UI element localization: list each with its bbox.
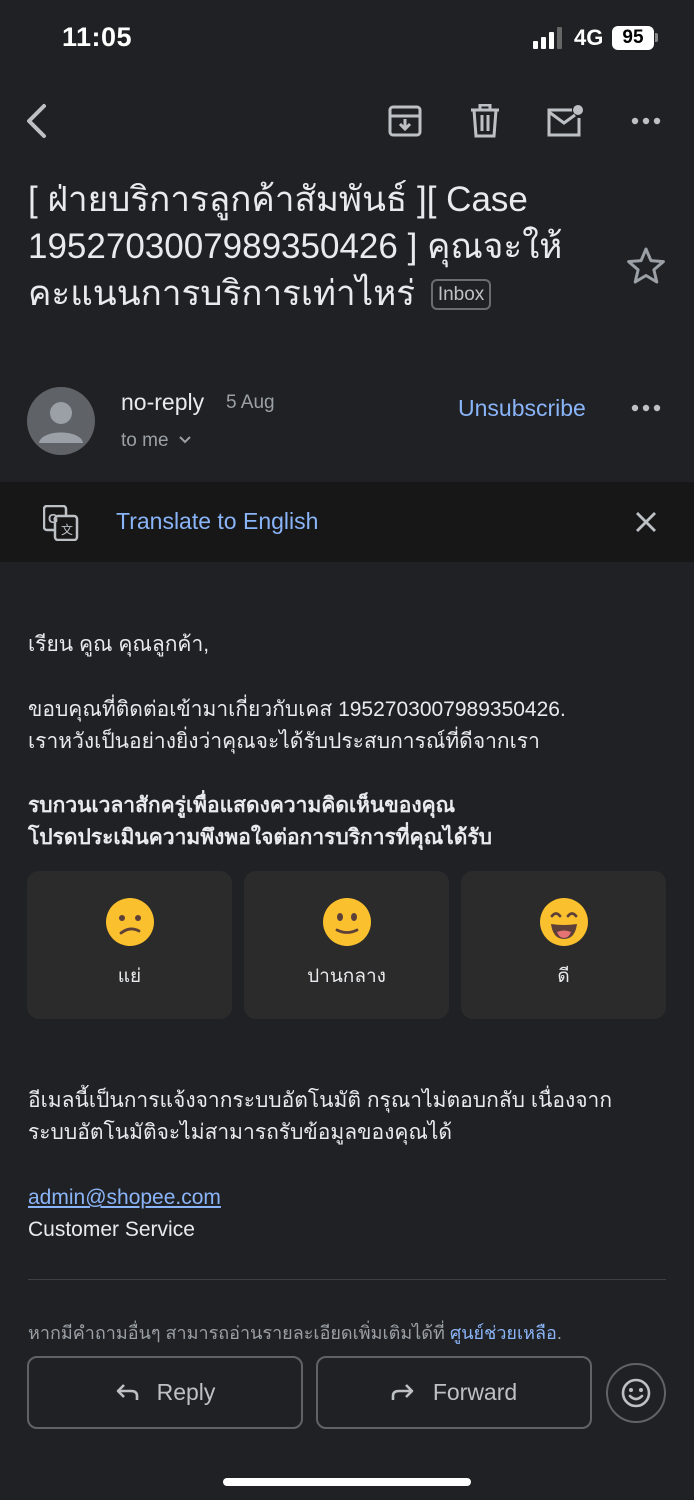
greeting-text: เรียน คูณ คุณลูกค้า, <box>28 633 210 656</box>
reply-button[interactable]: Reply <box>27 1356 303 1429</box>
home-indicator[interactable] <box>223 1478 471 1486</box>
survey-prompt-line2: โปรดประเมินความพึงพอใจต่อการบริการที่คุณ… <box>28 826 492 849</box>
forward-label: Forward <box>432 1379 518 1405</box>
archive-button[interactable] <box>377 93 433 149</box>
person-icon <box>39 402 83 443</box>
mark-unread-button[interactable] <box>537 93 593 149</box>
rating-good-label: ดี <box>557 966 570 987</box>
signature: Customer Service <box>28 1218 195 1241</box>
contact-email: admin@shopee.com <box>28 1182 668 1214</box>
survey-prompt-line1: รบกวนเวลาสักครู่เพื่อแสดงความคิดเห็นของค… <box>28 794 456 817</box>
forward-icon <box>391 1383 414 1400</box>
translate-bar <box>0 482 694 562</box>
rating-neutral-button[interactable]: ปานกลาง <box>244 871 449 1019</box>
body-paragraph-line1: ขอบคุณที่ติดต่อเข้ามาเกี่ยวกับเคส 195270… <box>28 698 566 721</box>
inbox-label[interactable]: Inbox <box>430 279 492 310</box>
email-date: 5 Aug <box>226 392 275 413</box>
trash-icon <box>471 104 499 138</box>
reply-icon <box>116 1383 138 1400</box>
archive-icon <box>388 105 422 137</box>
smiley-icon <box>621 1378 651 1408</box>
battery-tip <box>655 33 658 42</box>
footer-text: หากมีคำถามอื่นๆ สามารถอ่านรายละเอียดเพิ่… <box>28 1323 450 1343</box>
star-icon[interactable] <box>622 242 670 290</box>
close-icon <box>636 512 656 532</box>
back-button[interactable] <box>9 93 65 149</box>
more-horizontal-icon <box>631 404 661 412</box>
auto-notice-line2: ระบบอัตโนมัติจะไม่สามารถรับข้อมูลของคุณไ… <box>28 1121 453 1144</box>
body-paragraph-line2: เราหวังเป็นอย่างยิ่งว่าคุณจะได้รับประสบก… <box>28 730 540 753</box>
network-type: 4G <box>574 25 604 50</box>
unsubscribe-link[interactable]: Unsubscribe <box>458 395 586 422</box>
recipient-details[interactable]: to me <box>121 430 192 452</box>
battery-icon: 95 <box>612 26 654 50</box>
auto-notice-line1: อีเมลนี้เป็นการแจ้งจากระบบอัตโนมัติ กรุณ… <box>28 1089 613 1112</box>
divider <box>28 1279 666 1280</box>
email-subject: [ ฝ่ายบริการลูกค้าสัมพันธ์ ][ Case 19527… <box>28 176 598 317</box>
footer-note: หากมีคำถามอื่นๆ สามารถอ่านรายละเอียดเพิ่… <box>28 1318 562 1347</box>
svg-text:G: G <box>48 511 58 526</box>
more-options-button[interactable] <box>618 93 674 149</box>
translate-icon: G 文 <box>43 505 79 541</box>
status-bar: 11:05 4G 95 <box>0 0 694 80</box>
reply-label: Reply <box>156 1379 216 1405</box>
status-time: 11:05 <box>62 22 133 52</box>
emoji-reaction-button[interactable] <box>606 1363 666 1423</box>
chevron-down-icon <box>179 436 191 444</box>
sad-face-icon <box>105 898 154 946</box>
email-link[interactable]: admin@shopee.com <box>28 1186 221 1209</box>
rating-good-button[interactable]: ดี <box>461 871 666 1019</box>
neutral-face-icon <box>322 898 371 946</box>
mail-unread-icon <box>547 105 583 137</box>
translate-link[interactable]: Translate to English <box>116 508 318 535</box>
rating-neutral-label: ปานกลาง <box>307 966 386 987</box>
arrow-back-icon <box>27 104 46 138</box>
close-translate-button[interactable] <box>618 494 674 550</box>
signal-icon <box>533 27 562 49</box>
svg-text:文: 文 <box>61 522 73 537</box>
sender-name[interactable]: no-reply <box>121 389 204 416</box>
more-horizontal-icon <box>631 117 661 125</box>
forward-button[interactable]: Forward <box>316 1356 592 1429</box>
avatar[interactable] <box>27 387 95 455</box>
delete-button[interactable] <box>457 93 513 149</box>
recipient-text: to me <box>121 430 169 451</box>
sender-more-button[interactable] <box>618 380 674 436</box>
help-center-link[interactable]: ศูนย์ช่วยเหลือ <box>450 1323 557 1343</box>
rating-bad-button[interactable]: แย่ <box>27 871 232 1019</box>
rating-bad-label: แย่ <box>117 966 142 987</box>
footer-end: . <box>556 1323 562 1343</box>
happy-face-icon <box>539 898 588 946</box>
